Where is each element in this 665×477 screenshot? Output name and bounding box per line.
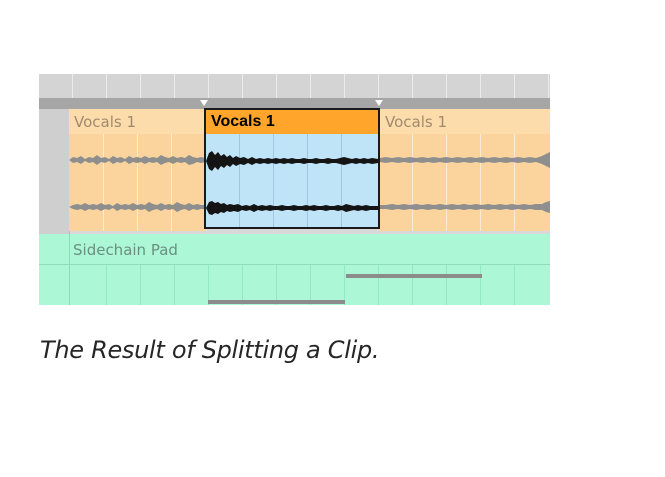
waveform-channel-1 [69,155,205,165]
clip-title: Vocals 1 [211,113,275,130]
clip-vocals-1-right[interactable]: Vocals 1 [380,109,550,231]
clip-title: Vocals 1 [385,113,448,131]
midi-note[interactable] [346,274,482,278]
track-header-strip [39,109,70,234]
clip-vocals-1-selected[interactable]: Vocals 1 [204,108,380,229]
sidechain-pad-track: Sidechain Pad [39,234,550,305]
clip-vocals-1-left[interactable]: Vocals 1 [69,109,205,231]
waveform-channel-2 [206,201,378,215]
waveform-channel-2 [69,202,205,212]
track-header-strip [39,234,70,305]
waveform-channel-1 [206,151,378,171]
vocals-track: Vocals 1 Vocals 1 Vocals 1 [39,108,550,234]
clip-title: Vocals 1 [74,113,137,131]
time-ruler[interactable] [39,74,550,98]
split-marker-left [200,100,208,106]
waveform-channel-2 [380,201,550,213]
arrangement-view: Vocals 1 Vocals 1 Vocals 1 Sidechain Pad [39,74,550,305]
track-title: Sidechain Pad [73,241,178,259]
waveform-channel-1 [380,152,550,168]
midi-note[interactable] [208,300,345,304]
figure-caption: The Result of Splitting a Clip. [40,336,380,364]
split-marker-right [375,100,383,106]
